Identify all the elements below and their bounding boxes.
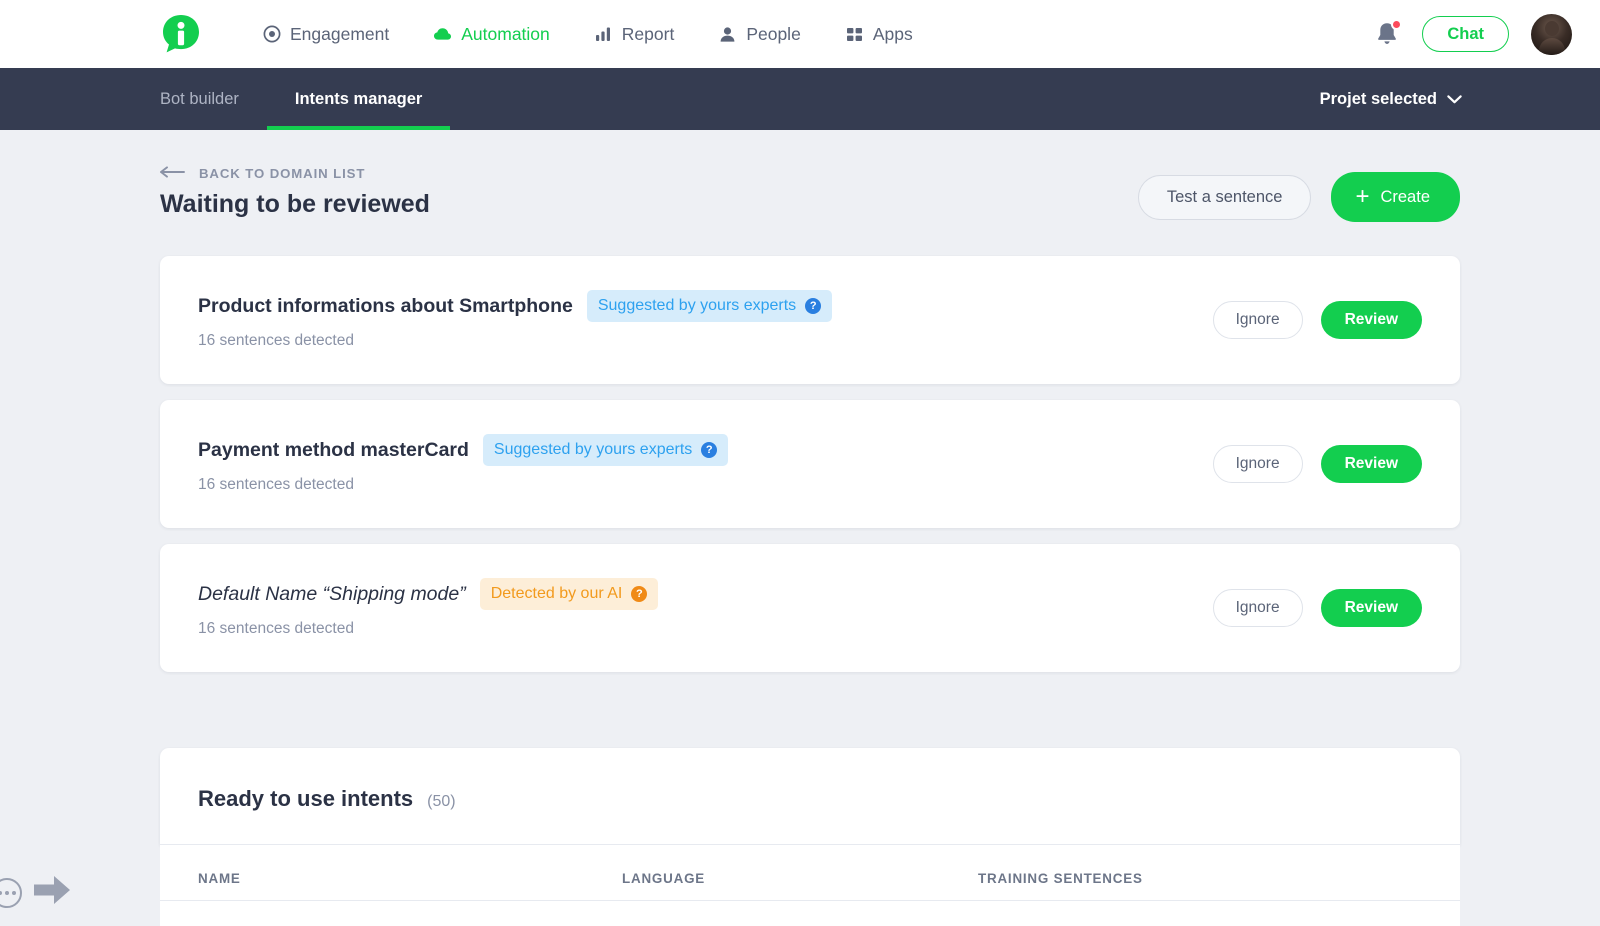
user-avatar[interactable] bbox=[1531, 13, 1572, 55]
nav-item-apps[interactable]: Apps bbox=[823, 0, 935, 68]
nav-item-report[interactable]: Report bbox=[572, 0, 697, 68]
notification-badge bbox=[1391, 19, 1403, 30]
intent-subtitle: 16 sentences detected bbox=[198, 620, 354, 637]
grid-icon bbox=[845, 25, 864, 44]
intent-card[interactable]: Payment method masterCard Suggested by y… bbox=[160, 400, 1460, 528]
sub-navigation-bar: Bot builder Intents manager Projet selec… bbox=[0, 68, 1600, 130]
intent-card-title-row: Product informations about Smartphone Su… bbox=[198, 290, 1213, 322]
column-header-name: NAME bbox=[198, 871, 241, 886]
intent-card-body: Product informations about Smartphone Su… bbox=[198, 290, 1213, 350]
ready-section-count: (50) bbox=[427, 793, 456, 810]
test-a-sentence-button[interactable]: Test a sentence bbox=[1137, 174, 1312, 220]
chat-button[interactable]: Chat bbox=[1422, 15, 1509, 53]
status-badge-label: Detected by our AI bbox=[490, 585, 623, 602]
status-badge-label: Suggested by yours experts bbox=[597, 297, 797, 314]
intent-card-actions: Ignore Review bbox=[1212, 589, 1422, 627]
tab-label-intents-manager: Intents manager bbox=[294, 89, 423, 108]
more-options-icon[interactable] bbox=[0, 877, 22, 908]
tab-bot-builder[interactable]: Bot builder bbox=[160, 68, 267, 130]
intent-card[interactable]: Product informations about Smartphone Su… bbox=[160, 256, 1460, 384]
bell-icon[interactable] bbox=[1374, 19, 1403, 48]
intent-subtitle: 16 sentences detected bbox=[198, 476, 354, 493]
page-title: Waiting to be reviewed bbox=[160, 190, 430, 218]
nav-label-people: People bbox=[746, 23, 801, 44]
intent-cards-list: Product informations about Smartphone Su… bbox=[160, 256, 1460, 672]
review-button[interactable]: Review bbox=[1320, 589, 1422, 627]
intent-subtitle: 16 sentences detected bbox=[198, 332, 354, 349]
plus-icon: + bbox=[1355, 183, 1370, 210]
ignore-button[interactable]: Ignore bbox=[1212, 301, 1303, 339]
chevron-down-icon bbox=[1447, 90, 1462, 109]
back-to-domain-list-link[interactable]: BACK TO DOMAIN LIST bbox=[160, 166, 430, 181]
nav-item-engagement[interactable]: Engagement bbox=[240, 0, 411, 68]
ignore-button[interactable]: Ignore bbox=[1212, 445, 1303, 483]
column-header-training-sentences: TRAINING SENTENCES bbox=[978, 871, 1143, 886]
tab-intents-manager[interactable]: Intents manager bbox=[266, 68, 451, 130]
top-right-actions: Chat bbox=[1374, 13, 1572, 55]
iadvize-logo[interactable] bbox=[160, 13, 202, 55]
intent-card-title-row: Payment method masterCard Suggested by y… bbox=[198, 434, 1213, 466]
project-selector-label: Projet selected bbox=[1319, 89, 1437, 108]
arrow-left-icon bbox=[160, 166, 186, 181]
intent-title: Product informations about Smartphone bbox=[198, 294, 573, 317]
intent-card[interactable]: Default Name “Shipping mode” Detected by… bbox=[160, 544, 1460, 672]
main-content: BACK TO DOMAIN LIST Waiting to be review… bbox=[0, 130, 1600, 926]
ready-to-use-intents-section: Ready to use intents (50) bbox=[160, 748, 1460, 845]
top-navigation-bar: Engagement Automation Report People Apps bbox=[0, 0, 1600, 68]
intent-title: Payment method masterCard bbox=[198, 438, 469, 461]
nav-label-automation: Automation bbox=[461, 23, 550, 44]
table-row[interactable]: Help about waranty English 16 sentences … bbox=[160, 901, 1460, 926]
nav-item-people[interactable]: People bbox=[696, 0, 823, 68]
target-icon bbox=[262, 25, 281, 44]
page-header-left: BACK TO DOMAIN LIST Waiting to be review… bbox=[160, 166, 430, 219]
question-mark-icon[interactable]: ? bbox=[631, 586, 648, 602]
status-badge[interactable]: Suggested by yours experts ? bbox=[586, 290, 833, 322]
nav-label-apps: Apps bbox=[872, 23, 913, 44]
intent-card-actions: Ignore Review bbox=[1212, 301, 1422, 339]
intent-card-actions: Ignore Review bbox=[1212, 445, 1422, 483]
question-mark-icon[interactable]: ? bbox=[805, 298, 822, 314]
intent-card-body: Payment method masterCard Suggested by y… bbox=[198, 434, 1213, 494]
arrow-right-icon[interactable] bbox=[32, 873, 72, 912]
project-selector[interactable]: Projet selected bbox=[1320, 68, 1572, 130]
intent-card-title-row: Default Name “Shipping mode” Detected by… bbox=[198, 578, 1213, 610]
nav-label-engagement: Engagement bbox=[290, 23, 390, 44]
tab-label-bot-builder: Bot builder bbox=[160, 89, 239, 108]
page-header: BACK TO DOMAIN LIST Waiting to be review… bbox=[160, 130, 1460, 222]
intent-card-body: Default Name “Shipping mode” Detected by… bbox=[198, 578, 1213, 638]
main-nav-items: Engagement Automation Report People Apps bbox=[240, 0, 935, 68]
intent-title: Default Name “Shipping mode” bbox=[198, 582, 466, 605]
review-button[interactable]: Review bbox=[1320, 301, 1422, 339]
status-badge-label: Suggested by yours experts bbox=[493, 441, 693, 458]
column-header-language: LANGUAGE bbox=[622, 871, 706, 886]
nav-label-report: Report bbox=[621, 23, 675, 44]
cloud-icon bbox=[433, 25, 452, 44]
ready-section-header: Ready to use intents (50) bbox=[160, 748, 1460, 845]
review-button[interactable]: Review bbox=[1320, 445, 1422, 483]
bar-chart-icon bbox=[594, 25, 613, 44]
floating-widget bbox=[0, 873, 72, 912]
person-icon bbox=[718, 25, 737, 44]
intents-table-header: NAME LANGUAGE TRAINING SENTENCES bbox=[160, 845, 1460, 901]
question-mark-icon[interactable]: ? bbox=[701, 442, 718, 458]
create-button-label: Create bbox=[1380, 187, 1430, 206]
create-button[interactable]: + Create bbox=[1331, 172, 1460, 222]
status-badge[interactable]: Suggested by yours experts ? bbox=[482, 434, 729, 466]
nav-item-automation[interactable]: Automation bbox=[411, 0, 572, 68]
status-badge[interactable]: Detected by our AI ? bbox=[479, 578, 659, 610]
ready-section-title: Ready to use intents bbox=[198, 786, 414, 811]
page-header-actions: Test a sentence + Create bbox=[1137, 166, 1460, 222]
ignore-button[interactable]: Ignore bbox=[1212, 589, 1303, 627]
back-link-label: BACK TO DOMAIN LIST bbox=[199, 166, 366, 181]
